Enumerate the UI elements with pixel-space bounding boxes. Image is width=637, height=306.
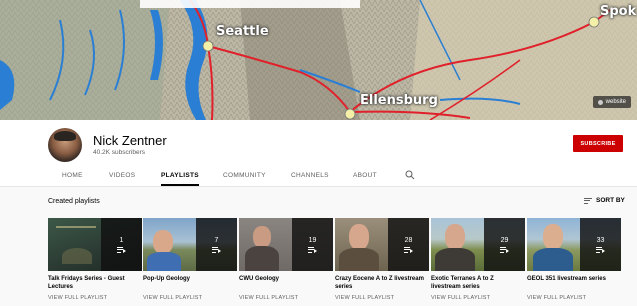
playlist-thumbnail[interactable]: 29 <box>431 218 525 271</box>
tab-videos[interactable]: VIDEOS <box>109 165 135 186</box>
playlist-card[interactable]: 29 Exotic Terranes A to Z livestream ser… <box>431 218 525 301</box>
video-count: 1 <box>119 236 124 244</box>
playlist-thumbnail[interactable]: 7 <box>143 218 237 271</box>
playlist-count-overlay: 19 <box>292 218 333 271</box>
playlist-count-overlay: 33 <box>580 218 621 271</box>
playlist-icon <box>596 246 605 253</box>
view-full-playlist-link[interactable]: VIEW FULL PLAYLIST <box>239 295 333 301</box>
tab-community[interactable]: COMMUNITY <box>223 165 266 186</box>
sort-icon <box>584 197 592 204</box>
tab-home[interactable]: HOME <box>62 165 83 186</box>
playlist-count-overlay: 28 <box>388 218 429 271</box>
playlist-icon <box>212 246 221 253</box>
playlist-title[interactable]: Exotic Terranes A to Z livestream series <box>431 275 525 291</box>
view-full-playlist-link[interactable]: VIEW FULL PLAYLIST <box>335 295 429 301</box>
playlist-icon <box>308 246 317 253</box>
subscriber-count: 40.2K subscribers <box>93 149 146 156</box>
map-label-ellensburg: Ellensburg <box>360 93 438 108</box>
subscribe-button[interactable]: SUBSCRIBE <box>573 135 623 152</box>
channel-banner: Seattle Ellensburg Spok website <box>0 0 637 120</box>
playlist-title[interactable]: GEOL 351 livestream series <box>527 275 621 291</box>
playlist-card[interactable]: 19 CWU Geology VIEW FULL PLAYLIST <box>239 218 333 301</box>
playlist-title[interactable]: CWU Geology <box>239 275 333 291</box>
view-full-playlist-link[interactable]: VIEW FULL PLAYLIST <box>431 295 525 301</box>
channel-header: Nick Zentner 40.2K subscribers SUBSCRIBE… <box>0 120 637 186</box>
playlist-title[interactable]: Crazy Eocene A to Z livestream series <box>335 275 429 291</box>
channel-name: Nick Zentner <box>93 133 167 148</box>
playlist-card[interactable]: 1 Talk Fridays Series - Guest Lectures V… <box>48 218 142 301</box>
playlist-title[interactable]: Pop-Up Geology <box>143 275 237 291</box>
section-title: Created playlists <box>48 198 100 205</box>
globe-icon <box>597 99 603 105</box>
tab-about[interactable]: ABOUT <box>353 165 377 186</box>
playlist-card[interactable]: 28 Crazy Eocene A to Z livestream series… <box>335 218 429 301</box>
website-label: website <box>605 99 626 105</box>
video-count: 33 <box>596 236 605 244</box>
playlist-card[interactable]: 33 GEOL 351 livestream series VIEW FULL … <box>527 218 621 301</box>
video-count: 29 <box>500 236 509 244</box>
video-count: 28 <box>404 236 413 244</box>
map-label-seattle: Seattle <box>216 24 269 39</box>
header-divider <box>0 186 637 187</box>
website-link[interactable]: website <box>592 96 631 108</box>
video-count: 19 <box>308 236 317 244</box>
playlist-count-overlay: 1 <box>101 218 142 271</box>
playlist-thumbnail[interactable]: 1 <box>48 218 142 271</box>
playlist-title[interactable]: Talk Fridays Series - Guest Lectures <box>48 275 142 291</box>
sort-label: SORT BY <box>596 197 625 204</box>
playlist-count-overlay: 7 <box>196 218 237 271</box>
playlist-thumbnail[interactable]: 28 <box>335 218 429 271</box>
playlist-icon <box>500 246 509 253</box>
playlist-icon <box>117 246 126 253</box>
search-icon[interactable] <box>405 170 415 180</box>
view-full-playlist-link[interactable]: VIEW FULL PLAYLIST <box>48 295 142 301</box>
tab-playlists[interactable]: PLAYLISTS <box>161 165 199 186</box>
playlist-card[interactable]: 7 Pop-Up Geology VIEW FULL PLAYLIST <box>143 218 237 301</box>
playlist-thumbnail[interactable]: 19 <box>239 218 333 271</box>
avatar[interactable] <box>48 128 82 162</box>
video-count: 7 <box>214 236 219 244</box>
playlist-icon <box>404 246 413 253</box>
tab-channels[interactable]: CHANNELS <box>291 165 329 186</box>
relief-map <box>0 0 637 120</box>
playlist-count-overlay: 29 <box>484 218 525 271</box>
map-label-spokane: Spok <box>600 4 637 19</box>
view-full-playlist-link[interactable]: VIEW FULL PLAYLIST <box>527 295 621 301</box>
sort-button[interactable]: SORT BY <box>584 197 625 204</box>
view-full-playlist-link[interactable]: VIEW FULL PLAYLIST <box>143 295 237 301</box>
playlist-thumbnail[interactable]: 33 <box>527 218 621 271</box>
